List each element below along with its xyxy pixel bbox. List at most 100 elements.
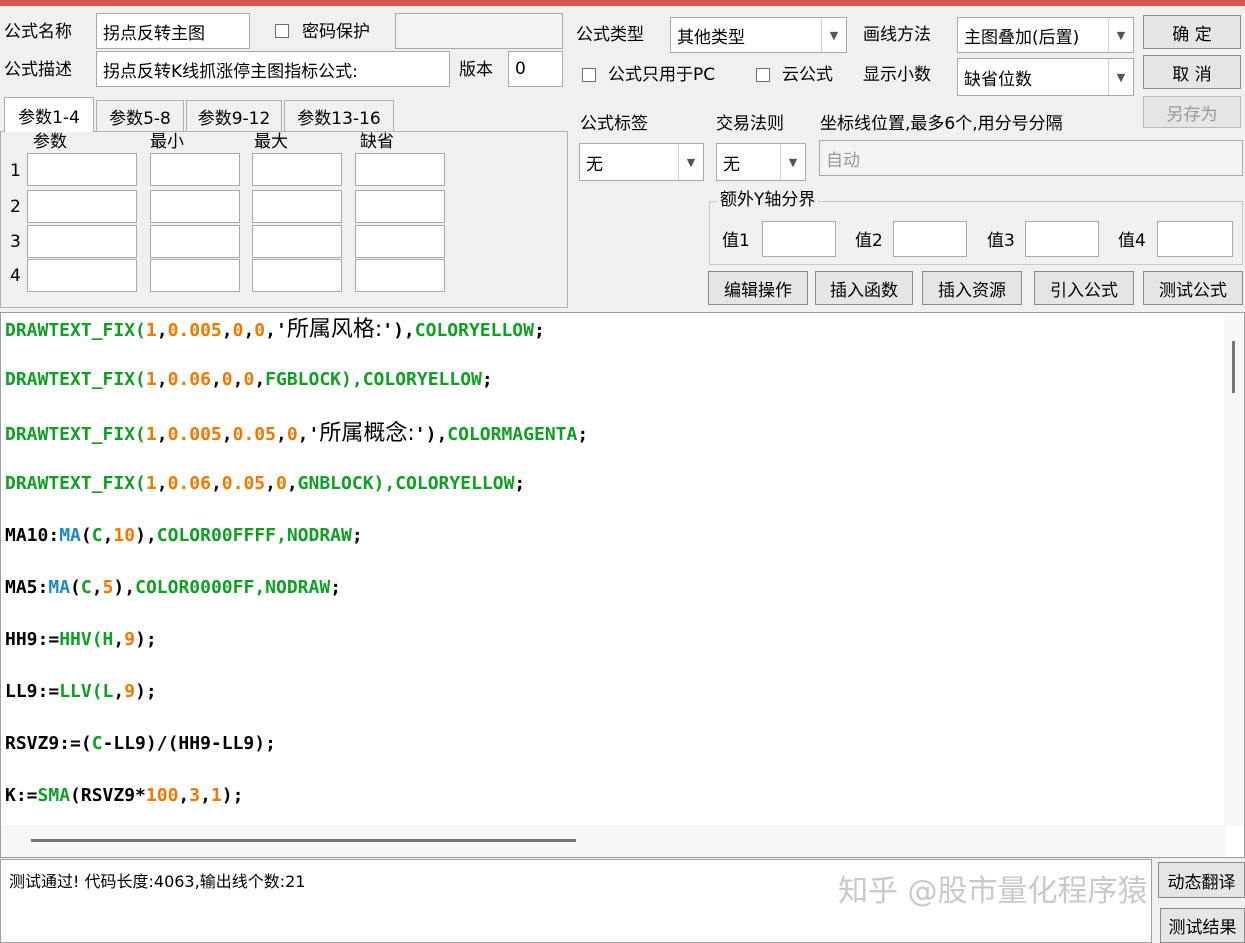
param-default-input[interactable] [355, 259, 445, 292]
code-token: 0 [243, 369, 255, 390]
code-token: DRAWTEXT_FIX( [5, 369, 146, 390]
formula-type-select[interactable]: 其他类型 ▼ [670, 17, 847, 53]
password-label: 密码保护 [302, 22, 370, 42]
code-token: , [156, 473, 168, 494]
yaxis-val3-input[interactable] [1025, 221, 1099, 257]
coord-line-input[interactable]: 自动 [819, 140, 1243, 176]
code-token: C [91, 733, 103, 754]
code-line: MA5:MA(C,5),COLOR0000FF,NODRAW; [5, 579, 341, 597]
draw-method-select[interactable]: 主图叠加(后置) ▼ [957, 17, 1134, 53]
password-checkbox[interactable] [275, 24, 289, 38]
param-row-number: 4 [10, 266, 21, 286]
code-token: DRAWTEXT_FIX( [5, 424, 146, 445]
window-top-bar [0, 0, 1245, 6]
param-max-input[interactable] [252, 259, 342, 292]
tab-params-13-16[interactable]: 参数13-16 [284, 100, 394, 131]
param-default-input[interactable] [355, 153, 445, 186]
code-line: DRAWTEXT_FIX(1,0.005,0,0,'所属风格:'),COLORY… [5, 319, 545, 341]
trade-rule-select[interactable]: 无 ▼ [716, 143, 806, 181]
formula-tag-select[interactable]: 无 ▼ [579, 143, 704, 181]
tab-params-5-8[interactable]: 参数5-8 [96, 100, 184, 131]
watermark: 知乎 @股市量化程序猿 [838, 874, 1148, 909]
code-token: 0.06 [167, 473, 211, 494]
code-token: 3 [189, 785, 201, 806]
trade-rule-label: 交易法则 [716, 114, 784, 134]
yaxis-group-title: 额外Y轴分界 [717, 192, 819, 209]
code-editor[interactable]: DRAWTEXT_FIX(1,0.005,0,0,'所属风格:'),COLORY… [0, 312, 1245, 858]
dynamic-translate-button[interactable]: 动态翻译 [1158, 862, 1245, 898]
code-token: 0 [275, 473, 287, 494]
cancel-button[interactable]: 取 消 [1143, 55, 1241, 89]
password-input[interactable] [395, 13, 563, 49]
code-token: COLORYELLOW [414, 320, 534, 341]
test-formula-button[interactable]: 测试公式 [1143, 271, 1243, 305]
horizontal-scrollbar[interactable] [1, 825, 1225, 857]
yaxis-val4-input[interactable] [1157, 221, 1233, 257]
param-max-input[interactable] [252, 225, 342, 258]
code-token: , [275, 424, 287, 445]
code-token: (RSVZ9* [70, 785, 146, 806]
code-token: LL9:= [5, 681, 60, 702]
code-token: 100 [145, 785, 179, 806]
decimals-label: 显示小数 [863, 65, 931, 85]
test-result-button[interactable]: 测试结果 [1160, 908, 1245, 943]
code-token: MA [48, 577, 71, 598]
code-token: COLOR0000FF,NODRAW [135, 577, 331, 598]
code-token: '), [414, 424, 448, 445]
code-token: 0 [232, 320, 244, 341]
code-token: 0.06 [167, 369, 211, 390]
ok-button[interactable]: 确 定 [1143, 15, 1241, 49]
tab-params-1-4[interactable]: 参数1-4 [4, 97, 94, 132]
formula-tag-label: 公式标签 [580, 114, 648, 134]
param-name-input[interactable] [27, 153, 137, 186]
param-max-input[interactable] [252, 190, 342, 223]
code-line: LL9:=LLV(L,9); [5, 683, 157, 701]
insert-resource-button[interactable]: 插入资源 [922, 271, 1022, 305]
insert-function-button[interactable]: 插入函数 [815, 271, 913, 305]
code-token: , [265, 473, 276, 494]
code-token: C [91, 525, 103, 546]
code-token: , [286, 473, 298, 494]
save-as-button[interactable]: 另存为 [1143, 96, 1241, 128]
decimals-value: 缺省位数 [964, 69, 1032, 90]
version-label: 版本 [459, 60, 493, 80]
formula-name-label: 公式名称 [4, 22, 72, 42]
yaxis-val2-input[interactable] [893, 221, 967, 257]
formula-desc-input[interactable]: 拐点反转K线抓涨停主图指标公式: [96, 51, 450, 87]
param-default-input[interactable] [355, 190, 445, 223]
param-name-input[interactable] [27, 225, 137, 258]
version-input[interactable]: 0 [508, 51, 563, 87]
formula-name-input[interactable]: 拐点反转主图 [96, 13, 250, 49]
pc-only-checkbox[interactable] [582, 68, 596, 82]
param-max-input[interactable] [252, 153, 342, 186]
vertical-scrollbar-thumb[interactable] [1232, 341, 1235, 393]
param-row-number: 1 [10, 161, 21, 181]
edit-ops-button[interactable]: 编辑操作 [708, 271, 808, 305]
code-token: , [200, 785, 211, 806]
formula-tag-value: 无 [586, 154, 603, 175]
param-name-input[interactable] [27, 259, 137, 292]
param-default-input[interactable] [355, 225, 445, 258]
code-token: ,' [297, 424, 320, 445]
param-min-input[interactable] [150, 259, 240, 292]
vertical-scrollbar[interactable] [1224, 313, 1244, 825]
horizontal-scrollbar-thumb[interactable] [31, 839, 576, 842]
code-token: K:= [5, 785, 38, 806]
param-min-input[interactable] [150, 190, 240, 223]
code-token: 0.005 [167, 424, 222, 445]
code-line: MA10:MA(C,10),COLOR00FFFF,NODRAW; [5, 527, 363, 545]
import-formula-button[interactable]: 引入公式 [1034, 271, 1134, 305]
code-token: 9 [124, 629, 136, 650]
code-token: , [91, 577, 103, 598]
param-min-input[interactable] [150, 225, 240, 258]
code-token: ), [135, 525, 157, 546]
code-token: ; [351, 525, 363, 546]
code-token: , [156, 369, 168, 390]
cloud-checkbox[interactable] [756, 68, 770, 82]
yaxis-val1-input[interactable] [762, 221, 836, 257]
code-token: 1 [210, 785, 222, 806]
param-min-input[interactable] [150, 153, 240, 186]
tab-params-9-12[interactable]: 参数9-12 [186, 100, 282, 131]
decimals-select[interactable]: 缺省位数 ▼ [957, 58, 1134, 96]
param-name-input[interactable] [27, 190, 137, 223]
